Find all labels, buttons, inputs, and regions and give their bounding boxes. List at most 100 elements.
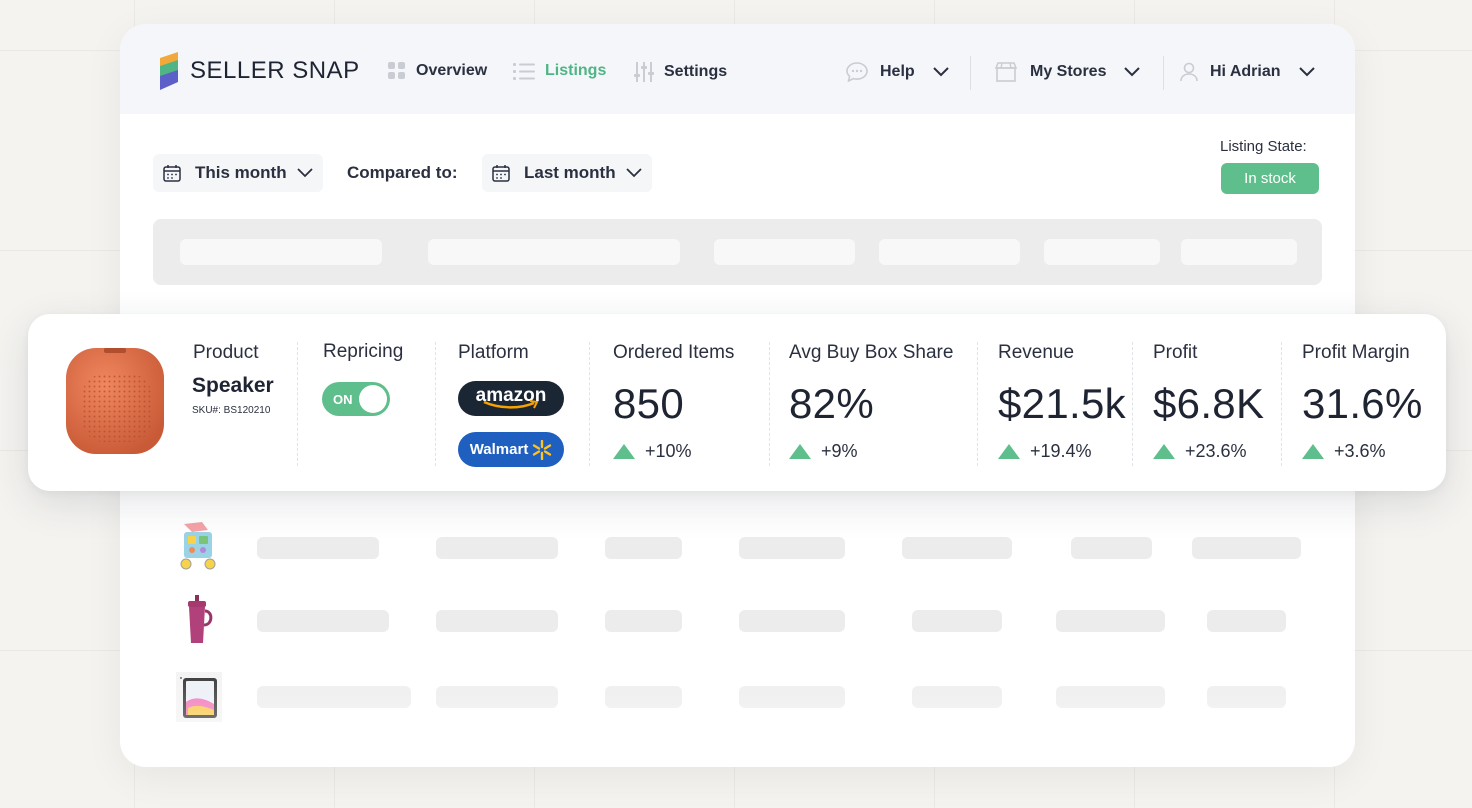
toggle-knob xyxy=(359,385,387,413)
compare-period-value: Last month xyxy=(524,163,616,182)
repricing-column-title: Repricing xyxy=(323,341,404,362)
my-stores-menu[interactable]: My Stores xyxy=(994,62,1141,82)
header-placeholder xyxy=(1044,239,1160,265)
row-placeholder xyxy=(912,610,1002,632)
row-placeholder xyxy=(436,610,558,632)
metric-delta-ordered-items: +10% xyxy=(613,441,692,462)
row-placeholder xyxy=(257,686,411,708)
metric-delta-revenue: +19.4% xyxy=(998,441,1092,462)
sliders-icon xyxy=(634,62,654,82)
help-label: Help xyxy=(880,63,915,80)
chat-bubble-icon xyxy=(846,62,868,82)
nav-listings-label: Listings xyxy=(545,62,607,79)
column-divider xyxy=(977,342,978,466)
metric-title-profit-margin: Profit Margin xyxy=(1302,342,1410,363)
row-placeholder xyxy=(1207,686,1286,708)
row-placeholder xyxy=(1192,537,1301,559)
list-icon xyxy=(513,63,535,80)
row-placeholder xyxy=(739,537,845,559)
highlighted-listing-card[interactable]: Product Speaker SKU#: BS120210 Repricing… xyxy=(28,314,1446,491)
column-divider xyxy=(1132,342,1133,466)
trend-up-icon xyxy=(998,444,1020,459)
nav-settings[interactable]: Settings xyxy=(634,62,727,82)
my-stores-label: My Stores xyxy=(1030,63,1107,80)
delta-text: +19.4% xyxy=(1030,441,1092,461)
row-placeholder xyxy=(436,686,558,708)
repricing-toggle[interactable]: ON xyxy=(322,382,390,416)
top-navigation-bar: SELLER SNAP Overview Listings Settings H… xyxy=(120,24,1355,114)
help-menu[interactable]: Help xyxy=(846,62,949,82)
row-placeholder xyxy=(1056,686,1165,708)
compared-to-label: Compared to: xyxy=(347,163,458,182)
user-greeting: Hi Adrian xyxy=(1210,63,1281,80)
tablet-icon xyxy=(176,672,222,722)
row-placeholder xyxy=(1071,537,1152,559)
chevron-down-icon xyxy=(1124,67,1141,77)
grid-icon xyxy=(388,62,405,79)
column-divider xyxy=(297,342,298,466)
walmart-label: Walmart xyxy=(469,441,529,458)
walmart-spark-icon xyxy=(533,439,552,460)
metric-delta-profit-margin: +3.6% xyxy=(1302,441,1386,462)
listing-state-badge[interactable]: In stock xyxy=(1221,163,1319,194)
product-image[interactable] xyxy=(62,344,168,458)
product-thumbnail[interactable] xyxy=(176,672,224,724)
calendar-icon xyxy=(492,165,510,182)
trend-up-icon xyxy=(789,444,811,459)
metric-delta-profit: +23.6% xyxy=(1153,441,1247,462)
delta-text: +9% xyxy=(821,441,858,461)
chevron-down-icon xyxy=(625,168,642,178)
compare-period-selector[interactable]: Last month xyxy=(482,154,652,192)
period-value: This month xyxy=(195,163,287,182)
column-divider xyxy=(769,342,770,466)
header-placeholder xyxy=(180,239,382,265)
amazon-smile-icon xyxy=(483,400,539,409)
chevron-down-icon xyxy=(1298,67,1315,77)
metric-value-profit: $6.8K xyxy=(1153,380,1265,427)
metric-title-revenue: Revenue xyxy=(998,342,1075,363)
baby-walker-toy-icon xyxy=(180,522,216,570)
divider xyxy=(970,56,971,90)
walmart-platform-badge[interactable]: Walmart xyxy=(458,432,564,467)
product-thumbnail[interactable] xyxy=(174,520,222,572)
column-divider xyxy=(435,342,436,466)
product-column-title: Product xyxy=(193,342,259,363)
column-divider xyxy=(589,342,590,466)
seller-snap-logo-icon xyxy=(160,52,178,90)
trend-up-icon xyxy=(613,444,635,459)
calendar-icon xyxy=(163,165,181,182)
row-placeholder xyxy=(902,537,1012,559)
toggle-state-label: ON xyxy=(333,392,353,407)
metric-title-ordered-items: Ordered Items xyxy=(613,342,735,363)
header-placeholder xyxy=(879,239,1020,265)
tumbler-cup-icon xyxy=(188,595,213,643)
metric-value-profit-margin: 31.6% xyxy=(1302,380,1423,427)
row-placeholder xyxy=(605,537,682,559)
row-placeholder xyxy=(912,686,1002,708)
user-menu[interactable]: Hi Adrian xyxy=(1180,62,1315,82)
delta-text: +23.6% xyxy=(1185,441,1247,461)
nav-settings-label: Settings xyxy=(664,63,728,80)
amazon-platform-badge[interactable]: amazon xyxy=(458,381,564,416)
product-thumbnail[interactable] xyxy=(176,595,224,647)
nav-overview[interactable]: Overview xyxy=(388,62,487,80)
header-placeholder xyxy=(1181,239,1297,265)
product-sku: SKU#: BS120210 xyxy=(192,405,271,416)
brand-logo[interactable]: SELLER SNAP xyxy=(158,52,360,90)
header-placeholder xyxy=(714,239,855,265)
metric-value-ordered-items: 850 xyxy=(613,380,684,427)
metric-value-revenue: $21.5k xyxy=(998,380,1126,427)
chevron-down-icon xyxy=(296,168,313,178)
row-placeholder xyxy=(257,537,379,559)
row-placeholder xyxy=(1207,610,1286,632)
store-icon xyxy=(994,62,1018,82)
row-placeholder xyxy=(1056,610,1165,632)
nav-listings[interactable]: Listings xyxy=(513,62,606,80)
trend-up-icon xyxy=(1153,444,1175,459)
row-placeholder xyxy=(257,610,389,632)
row-placeholder xyxy=(436,537,558,559)
nav-overview-label: Overview xyxy=(416,62,488,79)
product-name: Speaker xyxy=(192,374,274,397)
period-selector[interactable]: This month xyxy=(153,154,323,192)
divider xyxy=(1163,56,1164,90)
